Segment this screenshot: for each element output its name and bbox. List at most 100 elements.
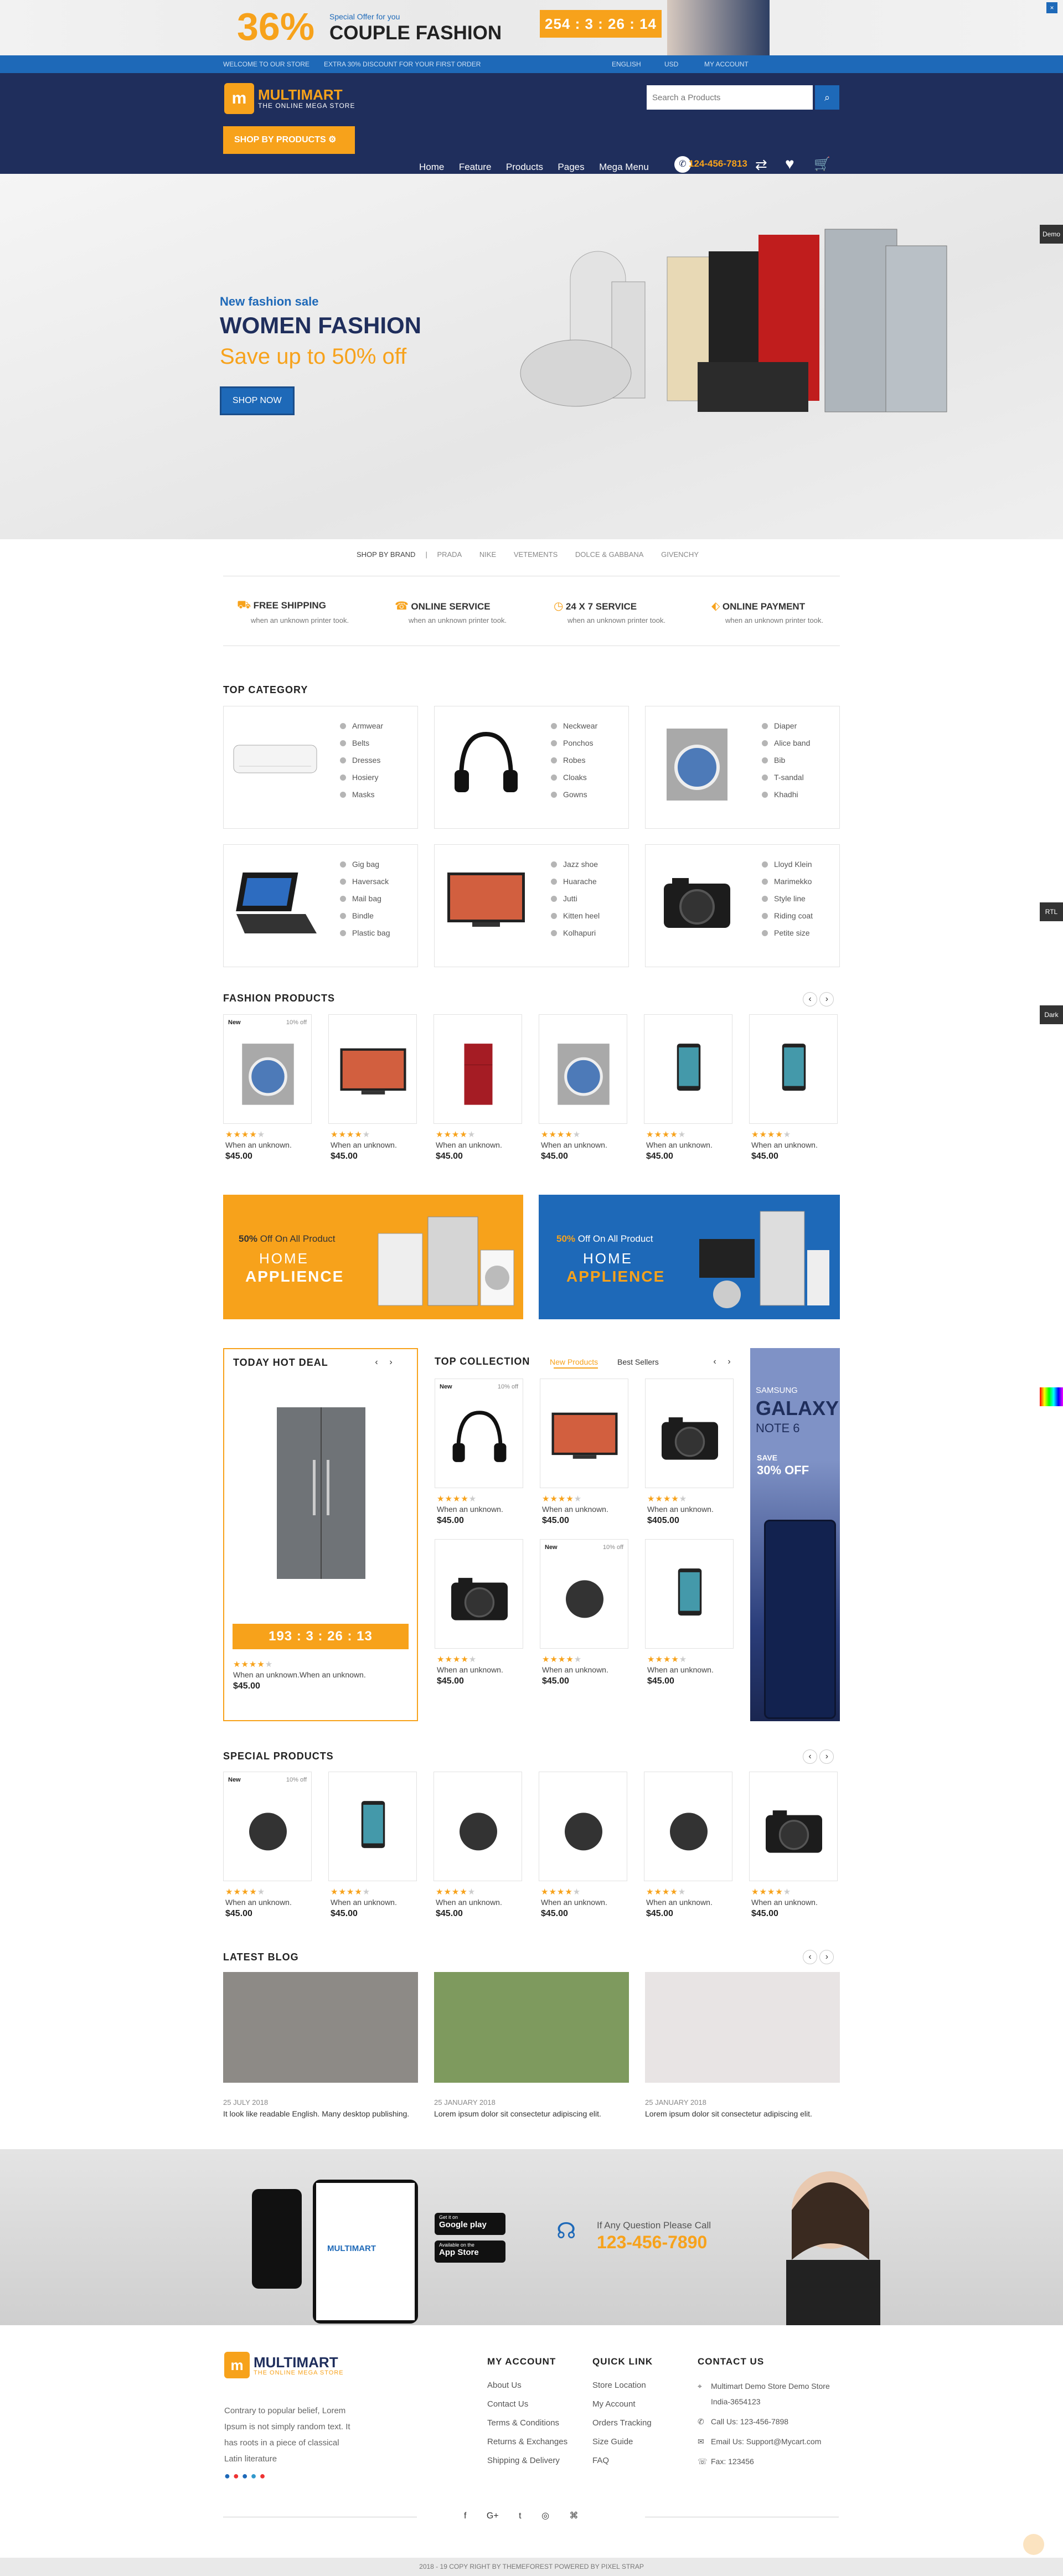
product-name[interactable]: When an unknown. [331, 1898, 397, 1907]
brand-vetements[interactable]: VETEMENTS [514, 550, 558, 559]
category-link[interactable]: Mail bag [340, 890, 390, 907]
footer-link[interactable]: FAQ [592, 2451, 652, 2470]
category-link[interactable]: Bindle [340, 907, 390, 925]
footer-link[interactable]: About Us [487, 2376, 567, 2395]
product-card[interactable]: ★★★★★ When an unknown. $45.00 [645, 1539, 734, 1694]
product-image-box[interactable] [435, 1539, 523, 1649]
blog-post[interactable]: 25 JANUARY 2018 Lorem ipsum dolor sit co… [645, 1972, 840, 2127]
close-icon[interactable]: × [1046, 2, 1057, 13]
category-card[interactable]: Lloyd Klein Marimekko Style line Riding coa… [645, 844, 840, 967]
product-name[interactable]: When an unknown. [646, 1898, 713, 1907]
category-link[interactable]: Cloaks [551, 769, 597, 786]
product-image-box[interactable] [434, 1772, 522, 1882]
product-card[interactable]: ★★★★★ When an unknown. $45.00 [644, 1014, 732, 1169]
category-link[interactable]: Marimekko [762, 873, 813, 890]
category-link[interactable]: Jutti [551, 890, 600, 907]
prev-arrow-icon[interactable]: ‹ [803, 1950, 817, 1964]
blog-post[interactable]: 25 JULY 2018 It look like readable Engli… [223, 1972, 418, 2127]
category-card[interactable]: Neckwear Ponchos Robes Cloaks Gowns [434, 706, 629, 829]
product-name[interactable]: When an unknown. [436, 1140, 502, 1149]
category-link[interactable]: Plastic bag [340, 925, 390, 942]
product-image-box[interactable] [328, 1772, 417, 1882]
category-link[interactable]: Robes [551, 752, 597, 769]
footer-logo-icon[interactable]: m [224, 2352, 250, 2378]
blog-excerpt[interactable]: Lorem ipsum dolor sit consectetur adipis… [645, 2109, 812, 2118]
prev-arrow-icon[interactable]: ‹ [708, 1355, 722, 1370]
product-name[interactable]: When an unknown. [437, 1505, 503, 1514]
category-link[interactable]: Hosiery [340, 769, 383, 786]
brand-prada[interactable]: PRADA [437, 550, 462, 559]
search-input[interactable] [647, 85, 813, 110]
category-link[interactable]: Kitten heel [551, 907, 600, 925]
product-card[interactable]: New 10% off ★★★★★ When an unknown. $45.00 [540, 1539, 628, 1694]
category-card[interactable]: Diaper Alice band Bib T-sandal Khadhi [645, 706, 840, 829]
tab-best-sellers[interactable]: Best Sellers [617, 1357, 659, 1366]
brand-givenchy[interactable]: GIVENCHY [661, 550, 699, 559]
category-link[interactable]: Gig bag [340, 856, 390, 873]
facebook-icon[interactable]: f [464, 2511, 466, 2521]
product-name[interactable]: When an unknown. [436, 1898, 502, 1907]
dark-side-button[interactable]: Dark [1040, 1005, 1063, 1024]
product-name[interactable]: When an unknown. [225, 1898, 292, 1907]
blog-image[interactable] [223, 1972, 418, 2083]
wishlist-icon[interactable]: ♥ [785, 155, 794, 173]
category-link[interactable]: Diaper [762, 717, 810, 735]
product-image-box[interactable]: New 10% off [223, 1772, 312, 1882]
footer-link[interactable]: Terms & Conditions [487, 2414, 567, 2433]
category-link[interactable]: Belts [340, 735, 383, 752]
nav-home[interactable]: Home [419, 162, 444, 172]
product-image-box[interactable]: New 10% off [540, 1539, 628, 1649]
nav-products[interactable]: Products [506, 162, 543, 172]
product-name[interactable]: When an unknown. [331, 1140, 397, 1149]
logo-icon[interactable]: m [224, 83, 254, 114]
product-card[interactable]: ★★★★★ When an unknown. $45.00 [539, 1014, 627, 1169]
product-card[interactable]: ★★★★★ When an unknown. $45.00 [749, 1772, 838, 1927]
my-account-link[interactable]: MY ACCOUNT [704, 60, 749, 68]
blog-excerpt[interactable]: It look like readable English. Many desk… [223, 2109, 409, 2118]
product-image-box[interactable]: New 10% off [435, 1379, 523, 1489]
category-link[interactable]: Jazz shoe [551, 856, 600, 873]
app-store-button[interactable]: Available on the App Store [435, 2241, 505, 2263]
category-link[interactable]: Riding coat [762, 907, 813, 925]
product-card[interactable]: ★★★★★ When an unknown. $45.00 [328, 1014, 417, 1169]
category-link[interactable]: Dresses [340, 752, 383, 769]
color-picker-icon[interactable] [1040, 1387, 1063, 1406]
product-name[interactable]: When an unknown. [542, 1665, 608, 1674]
next-arrow-icon[interactable]: › [384, 1356, 398, 1370]
nav-feature[interactable]: Feature [459, 162, 492, 172]
product-name[interactable]: When an unknown. [646, 1140, 713, 1149]
category-link[interactable]: Gowns [551, 786, 597, 803]
category-link[interactable]: Petite size [762, 925, 813, 942]
product-image-box[interactable] [645, 1539, 734, 1649]
footer-link[interactable]: Returns & Exchanges [487, 2433, 567, 2451]
prev-arrow-icon[interactable]: ‹ [369, 1356, 384, 1370]
product-name[interactable]: When an unknown. [751, 1898, 818, 1907]
product-card[interactable]: New 10% off ★★★★★ When an unknown. $45.00 [223, 1772, 312, 1927]
product-name[interactable]: When an unknown. [751, 1140, 818, 1149]
category-link[interactable]: Khadhi [762, 786, 810, 803]
google-plus-icon[interactable]: G+ [487, 2511, 499, 2521]
product-card[interactable]: New 10% off ★★★★★ When an unknown. $45.00 [435, 1379, 523, 1534]
category-link[interactable]: Neckwear [551, 717, 597, 735]
product-image-box[interactable] [644, 1772, 732, 1882]
product-card[interactable]: ★★★★★ When an unknown. $45.00 [540, 1379, 628, 1534]
banner-home-appliance-1[interactable]: 50% Off On All Product HOME APPLIENCE [223, 1195, 523, 1319]
footer-link[interactable]: Orders Tracking [592, 2414, 652, 2433]
product-image-box[interactable] [644, 1014, 732, 1124]
currency-select[interactable]: USD [664, 60, 678, 68]
footer-link[interactable]: Store Location [592, 2376, 652, 2395]
category-link[interactable]: Lloyd Klein [762, 856, 813, 873]
product-name[interactable]: When an unknown. [647, 1665, 714, 1674]
product-image-box[interactable] [540, 1379, 628, 1489]
product-name[interactable]: When an unknown. [541, 1140, 607, 1149]
category-link[interactable]: Alice band [762, 735, 810, 752]
shop-by-products-button[interactable]: SHOP BY PRODUCTS ⚙ [223, 126, 355, 154]
galaxy-banner[interactable]: SAMSUNG GALAXY NOTE 6 SAVE 30% OFF [750, 1348, 840, 1721]
demo-side-button[interactable]: Demo [1040, 225, 1063, 244]
next-arrow-icon[interactable]: › [722, 1355, 736, 1370]
product-image-box[interactable] [749, 1014, 838, 1124]
product-name[interactable]: When an unknown. [647, 1505, 714, 1514]
rtl-side-button[interactable]: RTL [1040, 902, 1063, 921]
product-card[interactable]: ★★★★★ When an unknown. $45.00 [644, 1772, 732, 1927]
category-card[interactable]: Gig bag Haversack Mail bag Bindle Plastic ba… [223, 844, 418, 967]
